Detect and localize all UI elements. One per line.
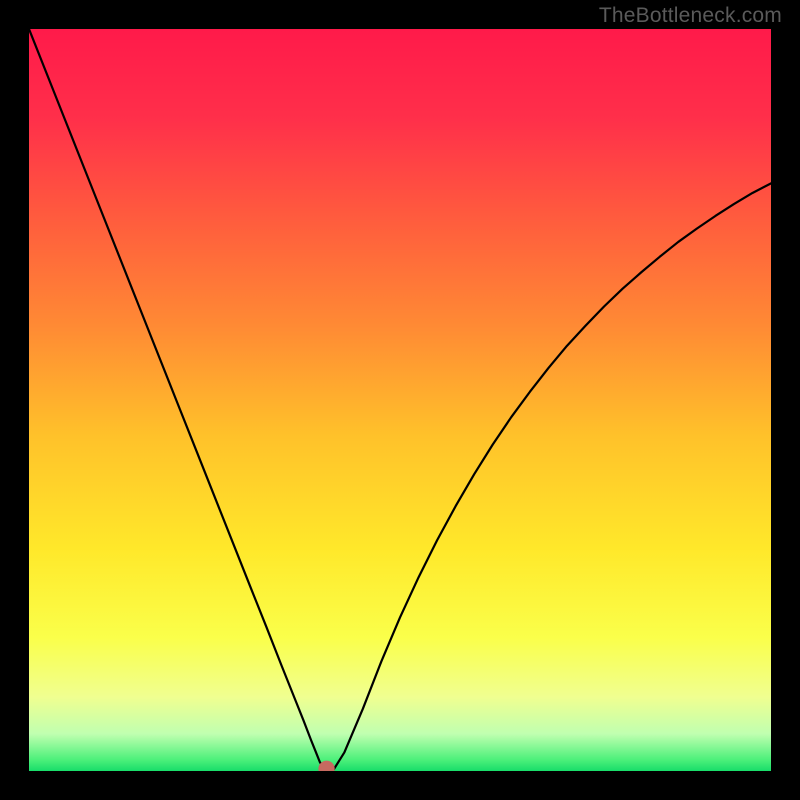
gradient-background xyxy=(29,29,771,771)
watermark-text: TheBottleneck.com xyxy=(599,4,782,28)
chart-svg xyxy=(29,29,771,771)
plot-area xyxy=(29,29,771,771)
chart-frame: TheBottleneck.com xyxy=(0,0,800,800)
